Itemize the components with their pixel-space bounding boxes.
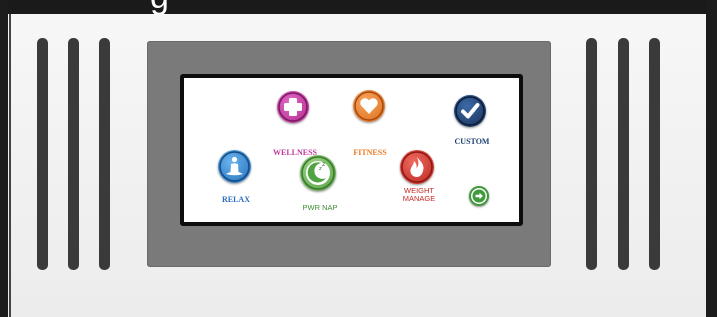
left-edge-line	[9, 14, 11, 317]
fitness-button[interactable]: FITNESS	[340, 88, 400, 157]
vent-slot	[37, 38, 48, 270]
custom-button[interactable]: CUSTOM	[442, 93, 502, 153]
vent-slot	[618, 38, 629, 270]
vent-slot	[68, 38, 79, 270]
weight-manage-button[interactable]: WEIGHT MANAGE	[390, 149, 448, 217]
touch-screen: WELLNESS FITNESS CUSTOM RELAX z z PWR NA…	[184, 78, 519, 222]
plus-icon	[277, 91, 309, 123]
vent-slot	[99, 38, 110, 270]
left-edge	[0, 0, 8, 317]
flame-icon	[400, 150, 434, 184]
vent-slot	[586, 38, 597, 270]
vent-slot	[649, 38, 660, 270]
pwr-nap-button[interactable]: z z PWR NAP	[292, 153, 348, 213]
sleep-icon: z z	[300, 155, 336, 191]
weight-manage-label-line2: MANAGE	[402, 194, 436, 203]
device-panel: g WELLNESS	[0, 0, 717, 317]
meditation-icon	[218, 150, 251, 183]
relax-label: RELAX	[221, 195, 250, 204]
arrow-right-icon	[469, 186, 489, 206]
heart-icon	[353, 90, 385, 122]
pwr-nap-label: PWR NAP	[302, 203, 338, 212]
wellness-button[interactable]: WELLNESS	[260, 88, 330, 157]
relax-button[interactable]: RELAX	[210, 147, 262, 209]
custom-label: CUSTOM	[454, 137, 490, 146]
top-banner: g	[0, 0, 717, 14]
checkmark-icon	[454, 95, 486, 127]
svg-text:z: z	[322, 161, 325, 168]
next-page-button[interactable]	[469, 186, 491, 208]
right-edge	[706, 0, 717, 317]
banner-text: g	[150, 0, 170, 14]
